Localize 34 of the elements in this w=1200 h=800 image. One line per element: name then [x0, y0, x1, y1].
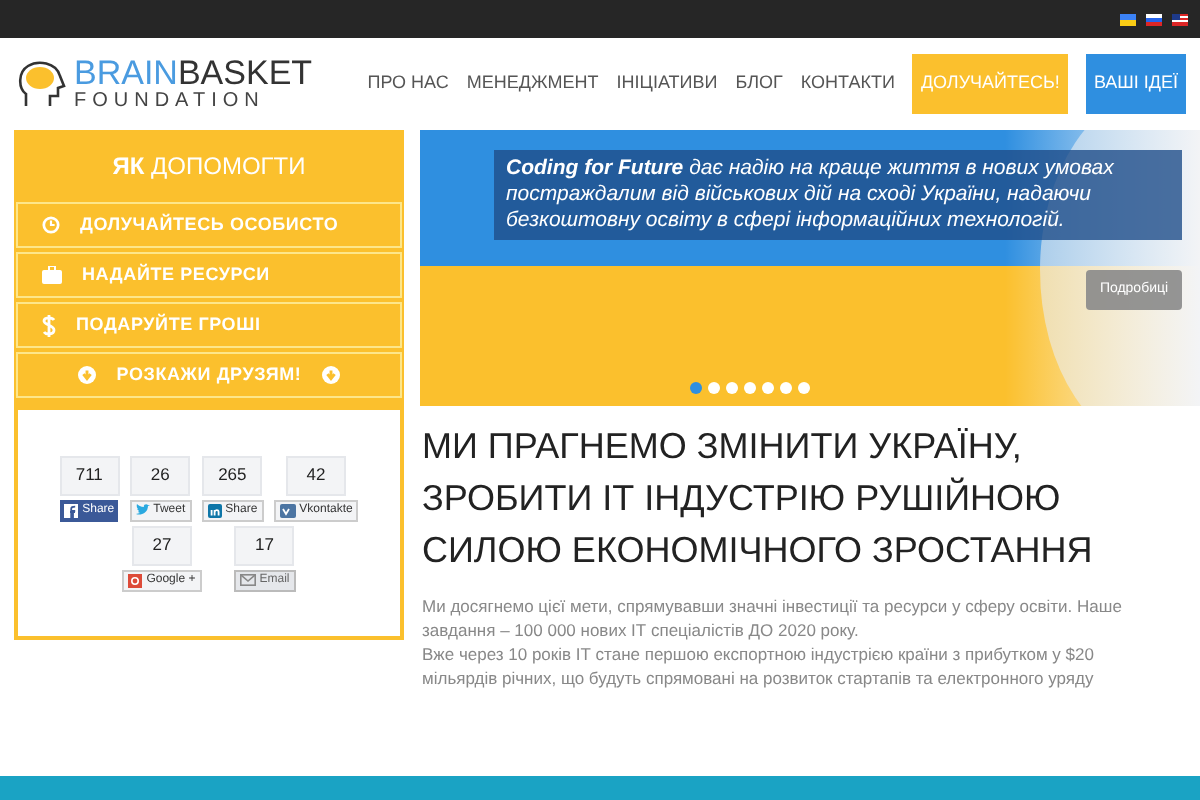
share-count: 17	[234, 525, 295, 565]
share-count: 26	[130, 455, 191, 495]
mission-heading: МИ ПРАГНЕМО ЗМІНИТИ УКРАЇНУ, ЗРОБИТИ ІТ ІНДУСТРІЮ РУШІЙНОЮ СИЛОЮ ЕКОНОМІЧНОГО ЗРОСТАННЯ	[422, 424, 1095, 574]
flag-icon[interactable]	[1120, 13, 1136, 25]
logo-subtitle: FOUNDATION	[74, 92, 267, 112]
panel-title: ЯК ДОПОМОГТИ	[110, 150, 308, 184]
slide-caption: Coding for Future дає надію на краще життя в нових умовах постраждалим від військових дій на сході України, надаючи безкоштовну освіту в сфері інформаційних технологій.	[494, 150, 1182, 240]
linkedin-icon	[207, 503, 222, 517]
logo-text: BRAIN	[74, 56, 178, 90]
head-icon	[16, 60, 68, 108]
briefcase-icon	[42, 266, 62, 284]
nav-link[interactable]: ІНІЦІАТИВИ	[616, 70, 718, 98]
share-count: 27	[131, 525, 192, 565]
nav-link[interactable]: МЕНЕДЖМЕНТ	[466, 70, 599, 98]
nav-link[interactable]: БЛОГ	[735, 70, 783, 98]
share-count: 711	[59, 455, 120, 495]
share-count: 42	[286, 455, 347, 495]
flag-icon[interactable]	[1172, 13, 1188, 25]
body-text: Ми досягнемо цієї мети, спрямувавши значні інвестиції та ресурси у сферу освіти. Наше завдання – 100 000 нових ІТ спеціалістів ДО 2020 року.	[422, 594, 1124, 642]
share-count: 265	[202, 455, 263, 495]
dollar-icon	[42, 313, 56, 337]
body-text: Вже через 10 років ІТ стане першою експортною індустрією країни з прибутком у $20 мільярдів річних, що будуть спрямовані на розвиток стартапів та електронного уряду	[422, 642, 1096, 690]
envelope-icon	[239, 574, 256, 586]
vk-icon	[279, 503, 296, 517]
down-arrow-icon	[78, 366, 97, 384]
google-icon	[128, 573, 143, 587]
facebook-icon	[64, 503, 79, 517]
nav-link[interactable]: КОНТАКТИ	[800, 70, 895, 98]
flag-icon[interactable]	[1146, 13, 1162, 25]
bird-icon	[135, 504, 150, 516]
clock-icon	[42, 216, 60, 234]
logo-text: BASKET	[177, 56, 313, 90]
down-arrow-icon	[321, 366, 340, 384]
nav-link[interactable]: ПРО НАС	[367, 70, 449, 98]
